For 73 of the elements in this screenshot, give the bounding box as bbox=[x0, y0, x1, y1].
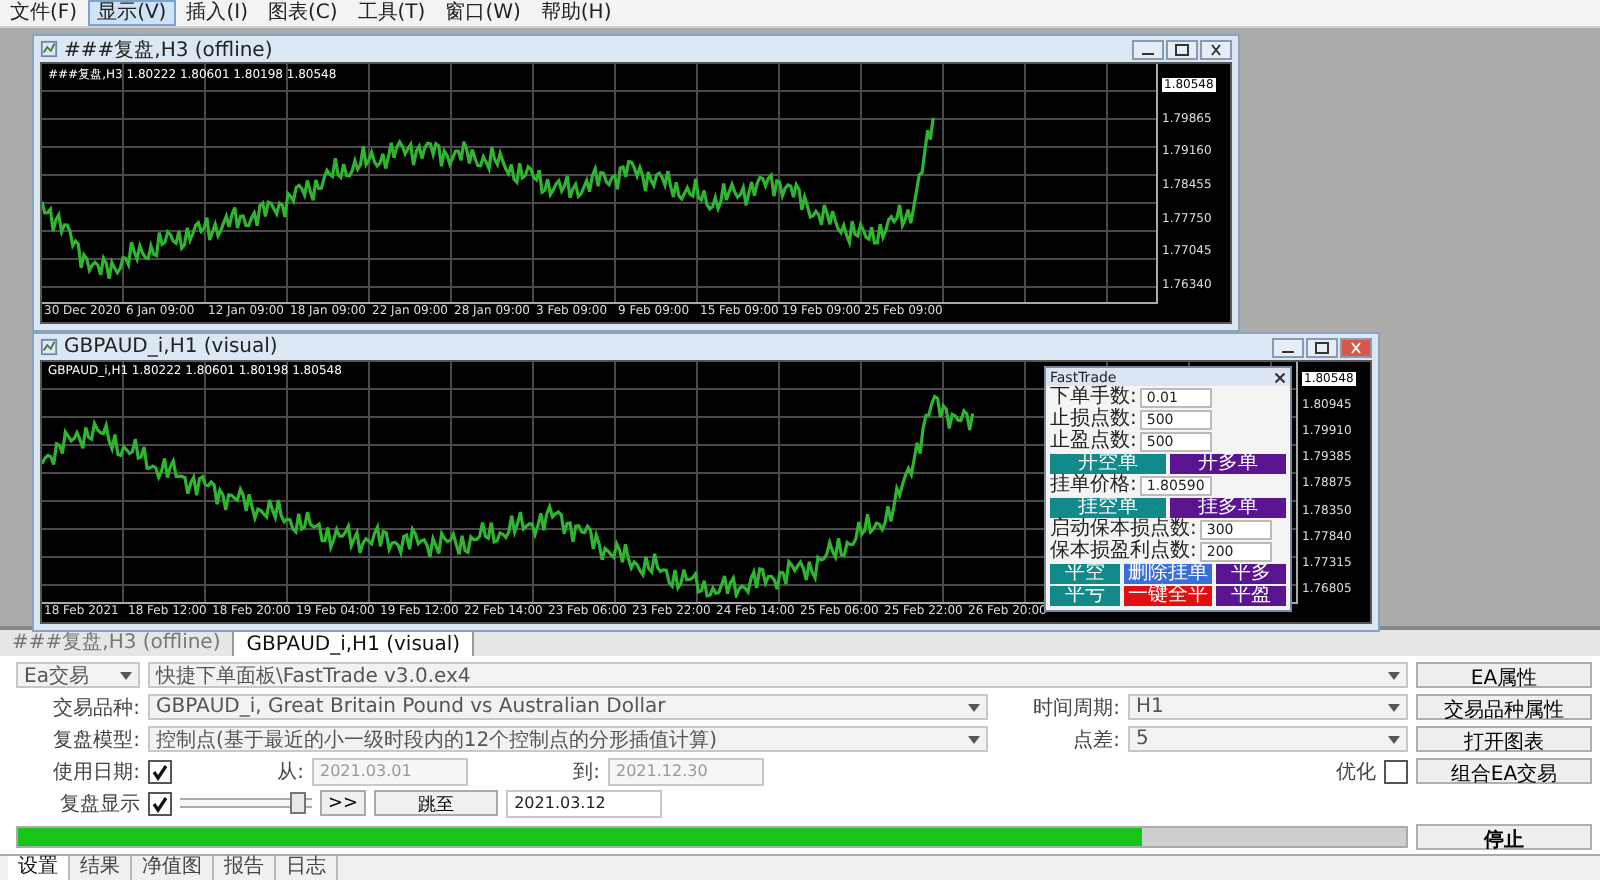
stop-button[interactable]: 停止 bbox=[1416, 824, 1592, 850]
field-label: 优化 bbox=[1336, 759, 1376, 785]
trade-button[interactable]: 开多单 bbox=[1170, 454, 1286, 474]
caret-icon bbox=[1388, 703, 1400, 711]
field-label: 从: bbox=[275, 759, 304, 785]
field-label: 启动保本损点数: bbox=[1050, 520, 1197, 540]
maximize-icon[interactable] bbox=[1166, 39, 1198, 59]
caret-icon bbox=[1388, 671, 1400, 679]
menu-item[interactable]: 图表(C) bbox=[257, 0, 348, 26]
menu-item[interactable]: 窗口(W) bbox=[435, 0, 531, 26]
symbol-properties-button[interactable]: 交易品种属性 bbox=[1416, 694, 1592, 720]
chart-tab[interactable]: ###复盘,H3 (offline) bbox=[0, 630, 233, 656]
trade-button[interactable]: 开空单 bbox=[1050, 454, 1166, 474]
trade-button[interactable]: 一键全平 bbox=[1124, 586, 1212, 606]
trade-button[interactable]: 平多 bbox=[1216, 564, 1286, 584]
menu-item[interactable]: 插入(I) bbox=[176, 0, 258, 26]
expert-dropdown[interactable]: 快捷下单面板\FastTrade v3.0.ex4 bbox=[148, 662, 1408, 688]
field-label: 下单手数: bbox=[1050, 388, 1137, 408]
checkbox[interactable] bbox=[1384, 759, 1408, 783]
caret-icon bbox=[1388, 735, 1400, 743]
checkbox[interactable] bbox=[148, 791, 172, 815]
field-label: 使用日期: bbox=[51, 759, 140, 785]
window-title: GBPAUD_i,H1 (visual) bbox=[64, 336, 278, 358]
caret-icon bbox=[968, 703, 980, 711]
chart-icon bbox=[40, 40, 58, 58]
trade-button[interactable]: 平盈 bbox=[1216, 586, 1286, 606]
trade-button[interactable]: 平亏 bbox=[1050, 586, 1120, 606]
open-chart-button[interactable]: 打开图表 bbox=[1416, 726, 1592, 752]
date-field[interactable]: 2021.03.12 bbox=[506, 789, 663, 817]
tester-tab[interactable]: 净值图 bbox=[132, 856, 214, 880]
maximize-icon[interactable] bbox=[1306, 337, 1338, 357]
spread-dropdown[interactable]: 5 bbox=[1128, 726, 1408, 752]
tester-tab[interactable]: 报告 bbox=[214, 856, 276, 880]
tester-tab[interactable]: 日志 bbox=[276, 856, 338, 880]
start-button[interactable]: 组合EA交易 bbox=[1416, 758, 1592, 784]
field-label: 止损点数: bbox=[1050, 410, 1137, 430]
field-label: 交易品种: bbox=[51, 695, 140, 721]
menu-item[interactable]: 工具(T) bbox=[347, 0, 436, 26]
field-label: 止盈点数: bbox=[1050, 432, 1137, 452]
close-icon[interactable] bbox=[1200, 39, 1232, 59]
window-title: ###复盘,H3 (offline) bbox=[64, 37, 273, 63]
field-label: 到: bbox=[571, 759, 600, 785]
menu-item[interactable]: 文件(F) bbox=[0, 0, 88, 26]
tester-tab[interactable]: 结果 bbox=[70, 856, 132, 880]
expert-properties-button[interactable]: EA属性 bbox=[1416, 662, 1592, 688]
trade-button[interactable]: 挂空单 bbox=[1050, 498, 1166, 518]
menu-item[interactable]: 帮助(H) bbox=[530, 0, 622, 26]
period-dropdown[interactable]: H1 bbox=[1128, 694, 1408, 720]
trade-button[interactable]: 平空 bbox=[1050, 564, 1120, 584]
caret-icon bbox=[120, 671, 132, 679]
minimize-icon[interactable] bbox=[1272, 337, 1304, 357]
trade-button[interactable]: 删除挂单 bbox=[1124, 564, 1212, 584]
chart-icon bbox=[40, 338, 58, 356]
field-label: 点差: bbox=[1071, 727, 1120, 753]
jump-button[interactable]: 跳至 bbox=[374, 790, 499, 816]
checkbox[interactable] bbox=[148, 759, 172, 783]
tester-tab[interactable]: 设置 bbox=[8, 856, 70, 880]
field-label: 时间周期: bbox=[1031, 695, 1120, 721]
symbol-dropdown[interactable]: GBPAUD_i, Great Britain Pound vs Australian Dollar bbox=[148, 694, 988, 720]
menu-item[interactable]: 显示(V) bbox=[87, 0, 177, 26]
trade-button[interactable]: 挂多单 bbox=[1170, 498, 1286, 518]
field-label: 挂单价格: bbox=[1050, 476, 1137, 496]
model-dropdown[interactable]: 控制点(基于最近的小一级时段内的12个控制点的分形插值计算) bbox=[148, 726, 988, 752]
close-icon[interactable] bbox=[1274, 371, 1286, 383]
caret-icon bbox=[968, 735, 980, 743]
field-label: 复盘显示 bbox=[58, 791, 140, 817]
field-label: 保本损盈利点数: bbox=[1050, 542, 1197, 562]
speed-slider[interactable] bbox=[180, 792, 312, 814]
mode-dropdown[interactable]: Ea交易 bbox=[16, 662, 140, 688]
field-label: 复盘模型: bbox=[51, 727, 140, 753]
minimize-icon[interactable] bbox=[1132, 39, 1164, 59]
skip-button[interactable]: >> bbox=[320, 790, 367, 816]
chart-tab[interactable]: GBPAUD_i,H1 (visual) bbox=[232, 630, 475, 656]
